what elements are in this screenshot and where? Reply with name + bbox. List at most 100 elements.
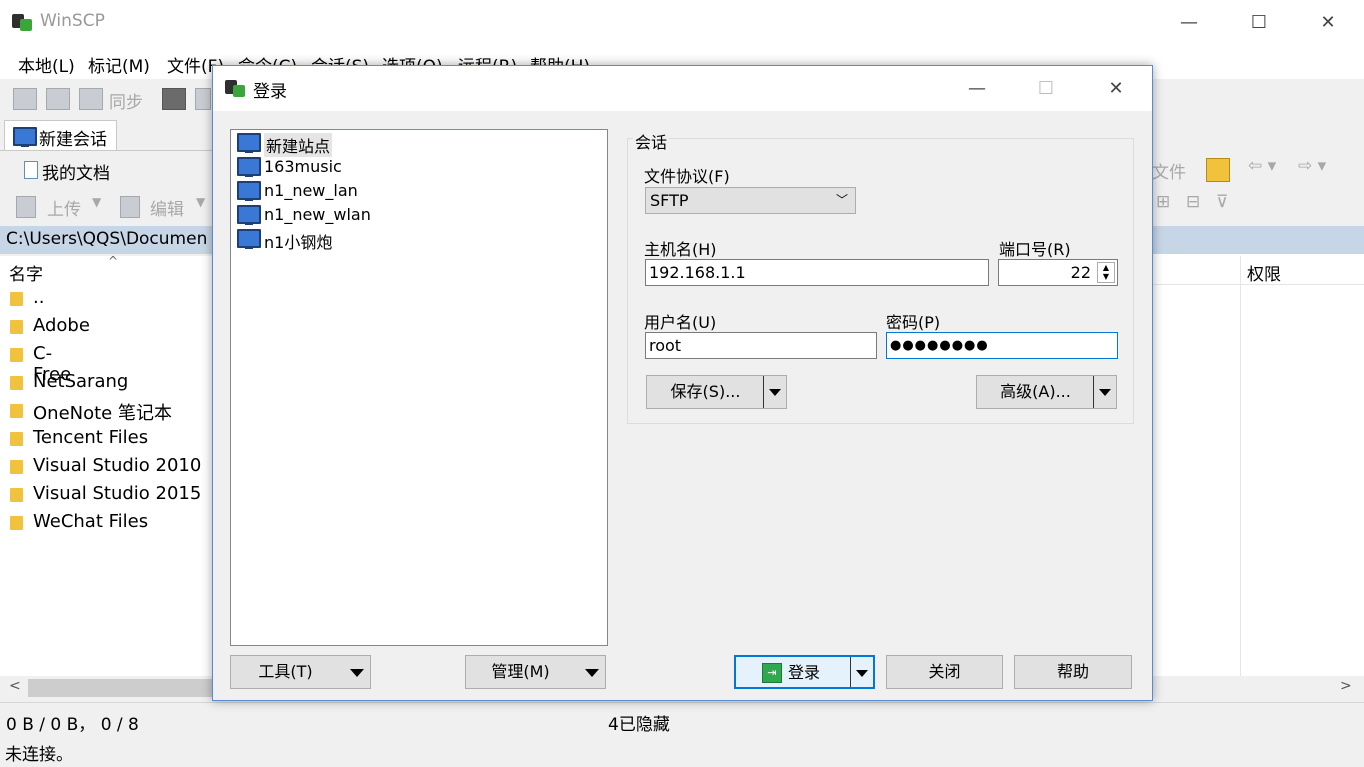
edit-dropdown-icon[interactable]: ▼: [196, 195, 205, 209]
remote-toolbar: 文件 ⇦ ▾ ⇨ ▾ ⊞ ⊟ ⊽: [1152, 150, 1364, 226]
new-session-tab[interactable]: 新建会话: [4, 120, 117, 151]
edit-label[interactable]: 编辑: [150, 195, 184, 220]
upload-icon[interactable]: [16, 196, 36, 218]
queue-icon[interactable]: [195, 88, 211, 110]
winscp-logo-icon: [12, 10, 32, 32]
scroll-right-icon[interactable]: >: [1340, 678, 1352, 694]
session-group: 会话 文件协议(F) SFTP ﹀ 主机名(H) 192.168.1.1 端口号…: [627, 129, 1134, 424]
local-toolbar: 上传 ▼ 编辑 ▼: [0, 192, 212, 222]
tools-button-label: 工具(T): [258, 662, 313, 681]
dialog-close-button[interactable]: ✕: [1093, 66, 1139, 111]
save-dropdown-icon[interactable]: [763, 376, 786, 408]
main-toolbar: 同步: [0, 80, 212, 116]
dialog-minimize-button[interactable]: —: [954, 66, 1000, 111]
save-button[interactable]: 保存(S)...: [646, 375, 787, 409]
folder-icon: [10, 460, 23, 474]
site-icon: [237, 205, 261, 225]
edit-icon[interactable]: [120, 196, 140, 218]
remote-path-bar[interactable]: [1152, 226, 1364, 254]
local-list-header: 名字 ^: [0, 254, 212, 285]
login-dropdown-icon[interactable]: [850, 657, 873, 687]
advanced-dropdown-icon[interactable]: [1093, 376, 1116, 408]
dialog-title-bar: 登录 — ☐ ✕: [213, 66, 1152, 111]
compare-icon[interactable]: [13, 88, 37, 110]
dialog-maximize-button[interactable]: ☐: [1023, 66, 1069, 111]
new-session-tab-label: 新建会话: [39, 130, 107, 150]
username-label: 用户名(U): [644, 313, 717, 332]
password-input[interactable]: ●●●●●●●●: [886, 332, 1118, 359]
help-button[interactable]: 帮助: [1014, 655, 1132, 689]
folder-icon: [10, 488, 23, 502]
folder-icon: [10, 376, 23, 390]
remote-file-list: 权限: [1152, 254, 1364, 676]
filter-icon[interactable]: ⊽: [1216, 192, 1228, 212]
local-drive-selector[interactable]: 我的文档: [16, 156, 212, 184]
scroll-thumb[interactable]: [28, 679, 212, 697]
folder-icon: [10, 404, 23, 418]
sync-label[interactable]: 同步: [109, 88, 143, 113]
maximize-button[interactable]: ☐: [1236, 0, 1282, 45]
sort-ascending-icon: ^: [108, 254, 119, 268]
remote-list-header: 权限: [1152, 256, 1364, 676]
local-file-list: .. Adobe C-Free NetSarang OneNote 笔记本 Te…: [0, 284, 212, 676]
folder-icon: [10, 348, 23, 362]
menu-local[interactable]: 本地(L): [18, 52, 75, 77]
new-session-icon: [13, 127, 37, 147]
folder-icon: [10, 516, 23, 530]
parent-folder-icon: [10, 292, 23, 306]
col-permissions-header[interactable]: 权限: [1247, 260, 1281, 285]
dialog-title: 登录: [253, 82, 287, 102]
local-path-bar[interactable]: C:\Users\QQS\Documen: [0, 226, 212, 254]
status-bar: 0 B / 0 B， 0 / 8 4已隐藏 未连接。: [0, 702, 1364, 767]
login-button[interactable]: ⇥ 登录: [734, 655, 875, 689]
close-window-button[interactable]: ✕: [1305, 0, 1351, 45]
sync-icon[interactable]: [79, 88, 103, 110]
remove-icon[interactable]: ⊟: [1186, 192, 1200, 212]
upload-dropdown-icon[interactable]: ▼: [92, 195, 101, 209]
tree-icon[interactable]: [1206, 158, 1230, 182]
connection-status: 未连接。: [5, 745, 73, 765]
new-site-icon: [237, 133, 261, 153]
port-value: 22: [1070, 263, 1091, 282]
login-icon: ⇥: [762, 663, 782, 683]
folder-icon: [10, 320, 23, 334]
help-button-label: 帮助: [1056, 662, 1089, 681]
forward-icon[interactable]: ⇨ ▾: [1298, 156, 1326, 176]
close-button[interactable]: 关闭: [886, 655, 1003, 689]
close-button-label: 关闭: [928, 662, 961, 681]
hidden-count: 4已隐藏: [608, 715, 670, 735]
login-dialog: 登录 — ☐ ✕ 新建站点 163music n1_new_lan n1_new…: [212, 65, 1153, 701]
add-icon[interactable]: ⊞: [1156, 192, 1170, 212]
username-input[interactable]: root: [645, 332, 877, 359]
password-label: 密码(P): [886, 313, 941, 332]
site-icon: [237, 157, 261, 177]
manage-dropdown-icon: [585, 669, 599, 677]
advanced-button[interactable]: 高级(A)...: [976, 375, 1117, 409]
site-icon: [237, 229, 261, 249]
sync-browse-icon[interactable]: [46, 88, 70, 110]
tools-button[interactable]: 工具(T): [230, 655, 371, 689]
title-bar: WinSCP — ☐ ✕: [0, 0, 1364, 45]
protocol-select[interactable]: SFTP ﹀: [645, 187, 856, 214]
port-stepper[interactable]: ▲ ▼: [1097, 262, 1115, 283]
remote-file-label[interactable]: 文件: [1152, 158, 1186, 183]
session-group-title: 会话: [633, 129, 670, 153]
upload-label[interactable]: 上传: [47, 195, 81, 220]
port-label: 端口号(R): [999, 240, 1071, 259]
minimize-button[interactable]: —: [1166, 0, 1212, 45]
local-drive-label: 我的文档: [42, 164, 110, 184]
port-input[interactable]: 22 ▲ ▼: [998, 259, 1118, 286]
login-button-label: 登录: [788, 663, 821, 682]
chevron-down-icon: ﹀: [836, 193, 849, 207]
col-name-header[interactable]: 名字: [9, 260, 43, 285]
menu-mark[interactable]: 标记(M): [88, 52, 150, 77]
protocol-value: SFTP: [650, 191, 689, 210]
tab-underline: [0, 150, 212, 151]
manage-button[interactable]: 管理(M): [465, 655, 606, 689]
scroll-left-icon[interactable]: <: [9, 678, 21, 694]
site-tree: 新建站点 163music n1_new_lan n1_new_wlan n1小…: [230, 129, 608, 646]
host-input[interactable]: 192.168.1.1: [645, 259, 989, 286]
console-icon[interactable]: [162, 88, 186, 110]
back-icon[interactable]: ⇦ ▾: [1248, 156, 1276, 176]
protocol-label: 文件协议(F): [644, 167, 730, 186]
